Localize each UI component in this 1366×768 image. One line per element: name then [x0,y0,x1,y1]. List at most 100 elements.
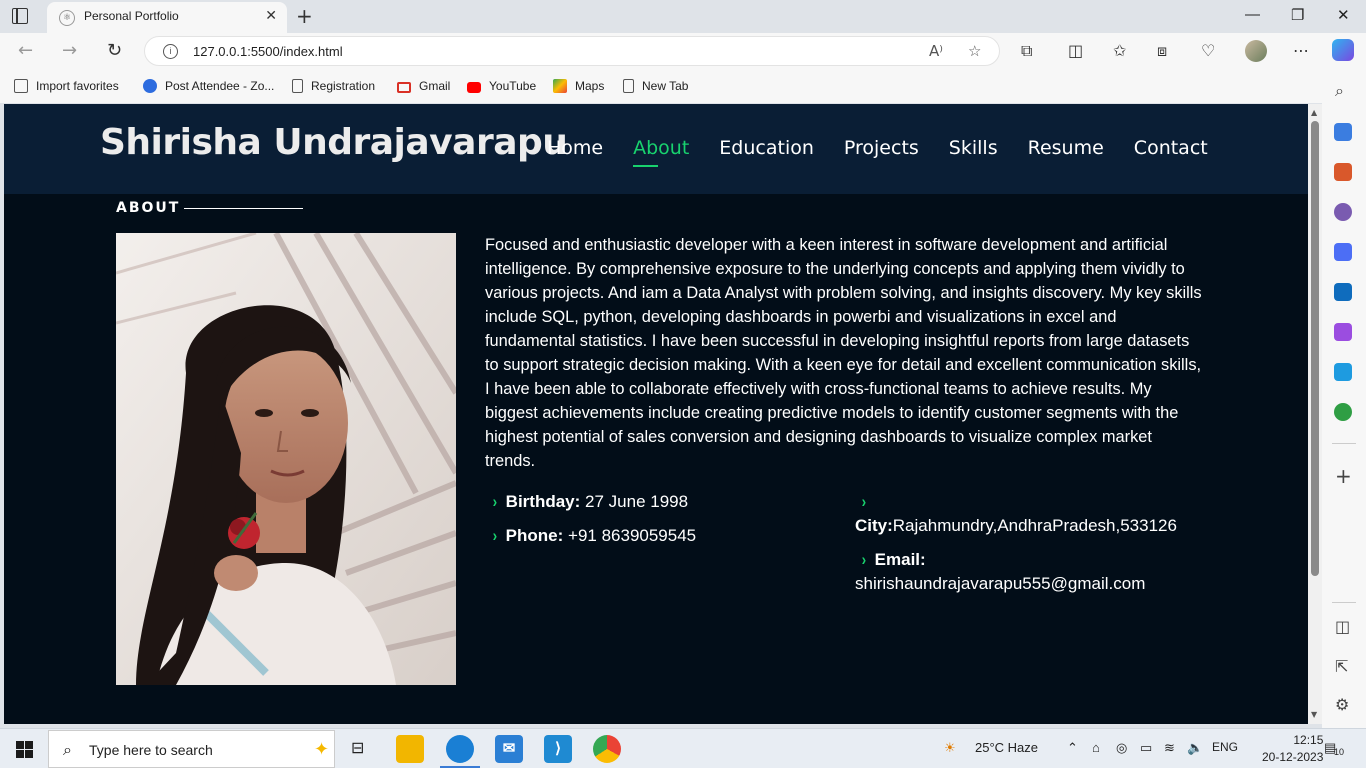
taskbar-search[interactable]: ⌕ Type here to search ✦ [48,730,335,768]
main-nav: Home About Education Projects Skills Res… [547,137,1238,167]
games-icon[interactable] [1334,203,1352,221]
taskbar-search-placeholder[interactable]: Type here to search [89,742,213,758]
facts-right-column: › City:Rajahmundry,AndhraPradesh,533126 … [855,490,1215,606]
divider [1332,602,1356,603]
fact-birthday: › Birthday: 27 June 1998 [492,490,832,514]
close-window-icon[interactable]: ✕ [1337,6,1350,24]
more-menu-icon[interactable]: ⋯ [1293,41,1309,60]
import-icon [14,79,28,93]
nav-education[interactable]: Education [719,137,814,159]
tools-icon[interactable] [1334,163,1352,181]
site-brand[interactable]: Shirisha Undrajavarapu [100,122,568,163]
favorite-import[interactable]: Import favorites [14,79,119,93]
tree-icon[interactable] [1334,403,1352,421]
scroll-thumb[interactable] [1311,121,1319,576]
favorite-youtube[interactable]: YouTube [467,79,536,93]
tab-active[interactable]: ⚛ Personal Portfolio ✕ [47,2,287,33]
edge-icon[interactable] [446,735,474,763]
volume-icon[interactable]: 🔈 [1187,740,1203,756]
clock-date: 20-12-2023 [1262,750,1324,764]
network-icon[interactable]: ◎ [1116,740,1127,756]
external-link-icon[interactable]: ⇱ [1335,657,1348,676]
designer-icon[interactable] [1334,323,1352,341]
gmail-icon [397,82,411,93]
address-bar[interactable]: i 127.0.0.1:5500/index.html A⁾ ☆ [144,36,1000,66]
mail-icon[interactable]: ✉ [495,735,523,763]
about-bio: Focused and enthusiastic developer with … [485,236,1202,470]
nav-resume[interactable]: Resume [1028,137,1104,159]
maps-icon [553,79,567,93]
task-view-icon[interactable]: ⊟ [351,738,364,758]
back-icon[interactable]: ← [18,40,33,61]
tab-actions-icon[interactable] [12,8,28,24]
section-title: ABOUT [116,200,181,216]
favorite-maps[interactable]: Maps [553,79,604,93]
copilot-icon[interactable] [1332,39,1354,61]
chrome-icon[interactable] [593,735,621,763]
page-scrollbar[interactable]: ▲ ▼ [1308,104,1322,724]
favorite-gmail[interactable]: Gmail [397,79,450,93]
refresh-icon[interactable]: ↻ [107,40,122,61]
vscode-icon[interactable]: ⟩ [544,735,572,763]
forward-icon[interactable]: → [62,40,77,61]
chevron-right-icon: › [492,492,498,511]
browser-toolbar: ← → ↻ i 127.0.0.1:5500/index.html A⁾ ☆ ⧉… [0,33,1366,70]
favorite-star-icon[interactable]: ☆ [968,42,981,60]
scroll-down-icon[interactable]: ▼ [1311,710,1317,719]
add-icon[interactable]: + [1335,464,1352,488]
file-explorer-icon[interactable] [396,735,424,763]
show-hidden-icons[interactable]: ⌃ [1067,740,1078,756]
favorites-bar: Import favorites Post Attendee - Zo... R… [0,70,1366,103]
weather-icon[interactable]: ☀ [944,740,956,756]
chevron-right-icon: › [492,526,498,545]
split-screen-icon[interactable]: ◫ [1068,41,1083,60]
extensions-icon[interactable]: ⧉ [1021,41,1032,61]
favorite-new-tab[interactable]: New Tab [623,79,688,93]
nav-projects[interactable]: Projects [844,137,919,159]
new-tab-icon[interactable]: + [296,4,313,28]
sidebar-toggle-icon[interactable]: ◫ [1335,617,1350,636]
shopping-icon[interactable] [1334,123,1352,141]
read-aloud-icon[interactable]: A⁾ [929,42,943,60]
section-title-underline [184,208,303,209]
windows-start-icon[interactable] [16,741,33,758]
nav-skills[interactable]: Skills [949,137,998,159]
nav-about[interactable]: About [633,137,689,167]
favicon-icon: ⚛ [59,10,75,26]
settings-icon[interactable]: ⚙ [1335,695,1349,714]
drop-icon[interactable] [1334,363,1352,381]
scroll-up-icon[interactable]: ▲ [1311,108,1317,117]
close-tab-icon[interactable]: ✕ [265,8,277,24]
chevron-right-icon: › [861,492,867,511]
favorite-registration[interactable]: Registration [292,79,375,93]
restore-icon[interactable]: ❐ [1291,6,1304,24]
collections-icon[interactable]: ⧈ [1157,41,1167,61]
fact-phone: › Phone: +91 8639059545 [492,524,832,548]
battery-icon[interactable]: ▭ [1140,740,1152,756]
nav-home[interactable]: Home [547,137,603,159]
nav-contact[interactable]: Contact [1134,137,1208,159]
favorite-zoom[interactable]: Post Attendee - Zo... [143,79,274,93]
wifi-icon[interactable]: ≋ [1164,740,1175,756]
minimize-icon[interactable]: — [1245,6,1260,23]
page-icon [292,79,303,93]
copilot-side-icon[interactable] [1334,243,1352,261]
weather-text[interactable]: 25°C Haze [975,740,1038,755]
search-icon: ⌕ [63,740,72,759]
meet-now-icon[interactable]: ⌂ [1092,740,1100,755]
outlook-icon[interactable] [1334,283,1352,301]
url-text[interactable]: 127.0.0.1:5500/index.html [193,44,343,59]
edge-sidebar: ⌕ + ◫ ⇱ ⚙ [1322,70,1366,728]
search-icon[interactable]: ⌕ [1335,81,1344,101]
page-icon [623,79,634,93]
favorites-icon[interactable]: ✩ [1113,41,1126,60]
profile-avatar[interactable] [1245,40,1267,62]
system-clock[interactable]: 12:15 20-12-2023 [1262,732,1323,766]
language-indicator[interactable]: ENG [1212,740,1238,754]
divider [1332,443,1356,444]
zoom-icon [143,79,157,93]
fact-city: › City:Rajahmundry,AndhraPradesh,533126 [855,492,1177,535]
sparkle-icon[interactable]: ✦ [314,739,329,760]
site-info-icon[interactable]: i [163,44,178,59]
browser-essentials-icon[interactable]: ♡ [1201,41,1215,60]
